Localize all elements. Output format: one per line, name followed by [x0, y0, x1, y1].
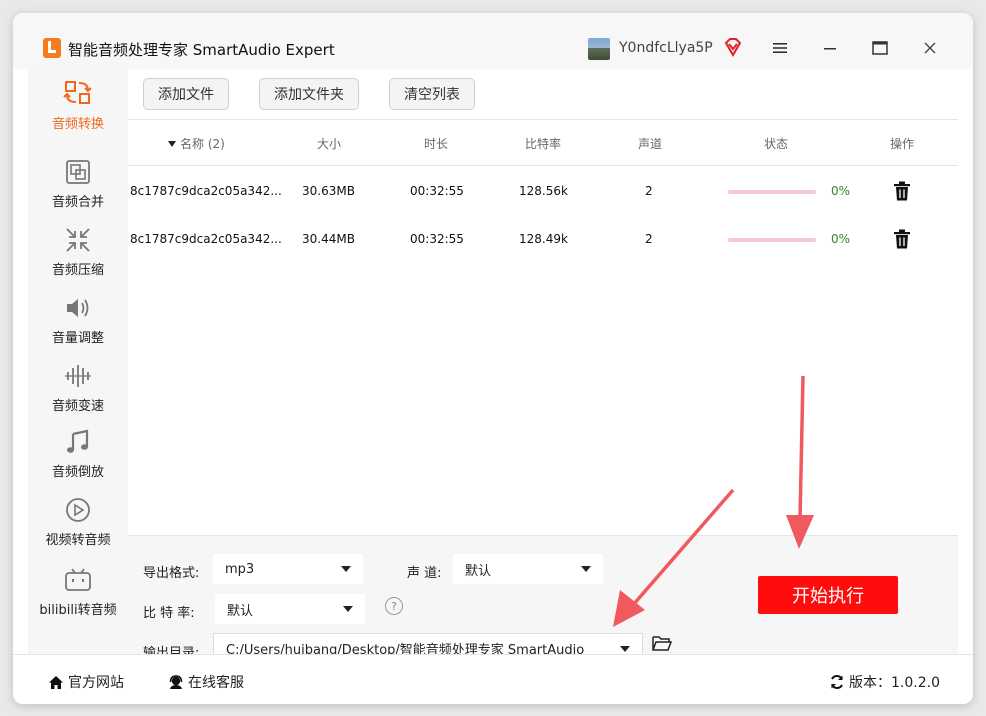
sidebar: 音频转换 音频合并 音频压缩 音量调整 音频变速 音频倒放 视频转音频 bili…: [28, 69, 128, 654]
file-bitrate: 128.49k: [519, 232, 568, 246]
chevron-down-icon: [581, 566, 591, 572]
sidebar-item-audio-compress[interactable]: 音频压缩: [28, 227, 128, 278]
channel-value: 默认: [465, 563, 492, 579]
close-icon: [924, 42, 936, 54]
online-support-label: 在线客服: [188, 675, 244, 691]
file-channels: 2: [645, 184, 653, 198]
audio-compress-icon: [66, 228, 90, 252]
audio-convert-icon: [63, 81, 92, 104]
version-info[interactable]: 版本：1.0.2.0: [829, 672, 940, 692]
chevron-down-icon: [341, 566, 351, 572]
minimize-button[interactable]: [815, 33, 845, 63]
user-avatar[interactable]: [588, 38, 610, 60]
column-duration-header[interactable]: 时长: [424, 135, 448, 152]
sidebar-item-audio-reverse[interactable]: 音频倒放: [28, 429, 128, 480]
online-support-link[interactable]: 在线客服: [168, 672, 244, 692]
trash-icon[interactable]: [893, 181, 911, 201]
column-bitrate-header[interactable]: 比特率: [525, 135, 561, 152]
progress-percent: 0%: [831, 184, 851, 198]
volume-icon: [67, 299, 89, 317]
sidebar-item-bilibili[interactable]: bilibili转音频: [28, 567, 128, 618]
audio-merge-icon: [66, 160, 90, 184]
sidebar-item-label: 音频变速: [51, 399, 104, 414]
sidebar-item-label: 音频倒放: [51, 465, 104, 480]
app-logo-icon: [43, 38, 61, 58]
channel-select[interactable]: 默认: [453, 554, 603, 584]
format-select[interactable]: mp3: [213, 554, 363, 584]
file-size: 30.63MB: [302, 184, 355, 198]
start-button[interactable]: 开始执行: [758, 576, 898, 614]
sidebar-item-label: 音频压缩: [51, 263, 104, 278]
toolbar: 添加文件 添加文件夹 清空列表: [128, 69, 958, 119]
bitrate-value: 默认: [227, 603, 254, 619]
file-name: 8c1787c9dca2c05a342...: [130, 232, 282, 246]
sidebar-item-video-to-audio[interactable]: 视频转音频: [28, 497, 128, 548]
sidebar-item-audio-speed[interactable]: 音频变速: [28, 363, 128, 414]
menu-button[interactable]: [765, 33, 795, 63]
sidebar-item-label: 音量调整: [51, 331, 104, 346]
help-icon[interactable]: ?: [385, 597, 403, 615]
sidebar-item-label: 音频合并: [51, 195, 104, 210]
file-duration: 00:32:55: [410, 184, 464, 198]
sidebar-item-label: bilibili转音频: [39, 603, 117, 618]
audio-speed-icon: [65, 365, 91, 387]
progress-bar: [728, 190, 816, 194]
version-label: 版本：1.0.2.0: [849, 675, 940, 691]
sort-down-icon: [168, 141, 176, 147]
file-size: 30.44MB: [302, 232, 355, 246]
maximize-button[interactable]: [865, 33, 895, 63]
sidebar-item-label: 音频转换: [51, 117, 104, 132]
clear-list-button[interactable]: 清空列表: [389, 78, 475, 110]
folder-open-icon[interactable]: [652, 635, 672, 651]
column-name-header[interactable]: 名称 (2): [168, 135, 225, 152]
app-title: 智能音频处理专家 SmartAudio Expert: [68, 41, 335, 59]
bilibili-tv-icon: [65, 568, 91, 591]
format-value: mp3: [225, 561, 255, 577]
add-folder-button[interactable]: 添加文件夹: [259, 78, 359, 110]
user-name[interactable]: Y0ndfcLlya5P: [619, 40, 713, 56]
column-size-header[interactable]: 大小: [317, 135, 341, 152]
footer: 官方网站 在线客服 版本：1.0.2.0: [13, 654, 973, 704]
channel-label: 声 道:: [407, 566, 442, 581]
table-row[interactable]: 8c1787c9dca2c05a342... 30.63MB 00:32:55 …: [128, 167, 958, 215]
official-website-label: 官方网站: [68, 675, 124, 691]
headset-icon: [169, 674, 183, 689]
file-bitrate: 128.56k: [519, 184, 568, 198]
sidebar-item-volume[interactable]: 音量调整: [28, 295, 128, 346]
bitrate-label: 比 特 率:: [143, 606, 195, 621]
hamburger-icon: [773, 43, 787, 53]
progress-percent: 0%: [831, 232, 851, 246]
file-name: 8c1787c9dca2c05a342...: [130, 184, 282, 198]
trash-icon[interactable]: [893, 229, 911, 249]
progress-bar: [728, 238, 816, 242]
column-channels-header[interactable]: 声道: [638, 135, 662, 152]
app-window: 智能音频处理专家 SmartAudio Expert Y0ndfcLlya5P: [13, 13, 973, 704]
chevron-down-icon: [620, 646, 630, 652]
settings-panel: 导出格式: mp3 声 道: 默认 比 特 率: 默认 ? 输出目录: C:/U…: [128, 535, 958, 663]
vip-diamond-icon[interactable]: [723, 37, 743, 57]
format-label: 导出格式:: [143, 566, 200, 581]
table-header: 名称 (2) 大小 时长 比特率 声道 状态 操作: [128, 119, 958, 166]
column-action-header: 操作: [890, 137, 915, 151]
title-bar: 智能音频处理专家 SmartAudio Expert Y0ndfcLlya5P: [13, 13, 973, 69]
sidebar-item-audio-convert[interactable]: 音频转换: [28, 79, 128, 132]
home-icon: [49, 675, 63, 689]
close-button[interactable]: [915, 33, 945, 63]
refresh-icon: [831, 675, 843, 689]
file-duration: 00:32:55: [410, 232, 464, 246]
bitrate-select[interactable]: 默认: [215, 594, 365, 624]
table-row[interactable]: 8c1787c9dca2c05a342... 30.44MB 00:32:55 …: [128, 215, 958, 263]
play-circle-icon: [66, 498, 90, 522]
column-status-header: 状态: [764, 137, 789, 151]
file-table: 名称 (2) 大小 时长 比特率 声道 状态 操作 8c1787c9dca2c0…: [128, 119, 958, 535]
file-channels: 2: [645, 232, 653, 246]
sidebar-item-audio-merge[interactable]: 音频合并: [28, 159, 128, 210]
sidebar-item-label: 视频转音频: [45, 533, 111, 548]
add-file-button[interactable]: 添加文件: [143, 78, 229, 110]
maximize-icon: [872, 41, 888, 55]
chevron-down-icon: [343, 606, 353, 612]
official-website-link[interactable]: 官方网站: [48, 672, 124, 692]
music-note-icon: [67, 429, 89, 453]
minimize-icon: [824, 48, 836, 50]
